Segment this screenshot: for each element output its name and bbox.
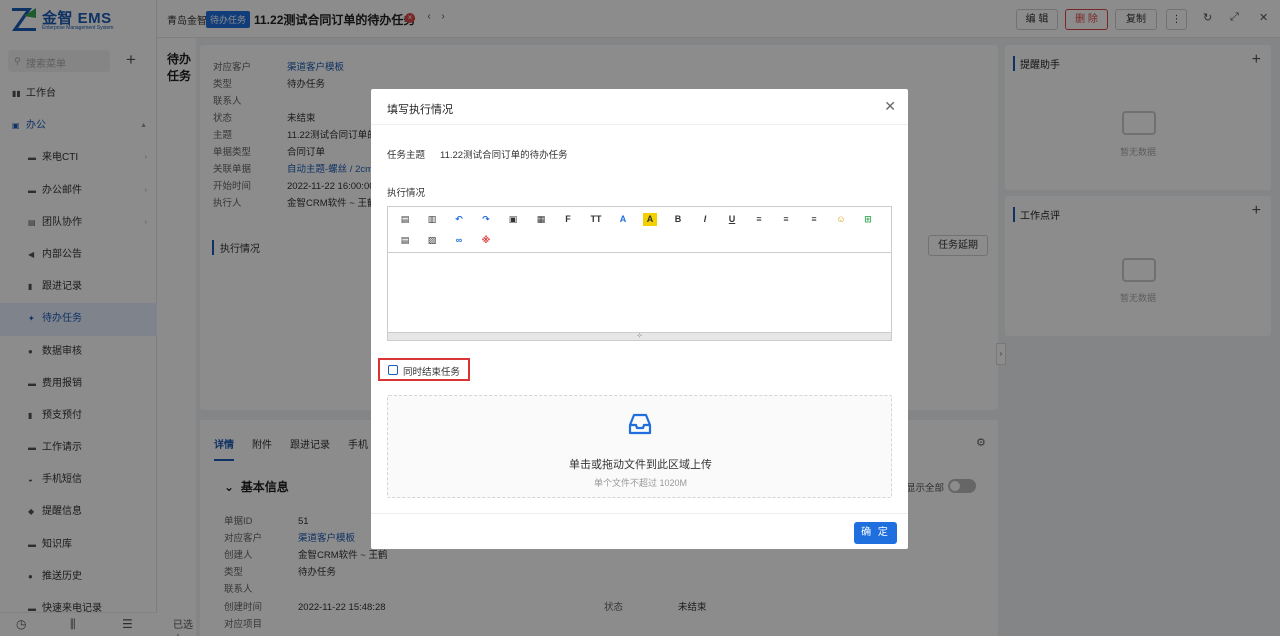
insert-row-icon[interactable]: ⊞ [861, 213, 875, 226]
font-color-icon[interactable]: A [616, 213, 630, 226]
italic-icon[interactable]: I [698, 213, 712, 226]
file-upload-dropzone[interactable]: 单击或拖动文件到此区域上传 单个文件不超过 1020M [387, 395, 892, 498]
end-task-checkbox[interactable] [388, 365, 398, 375]
source-icon[interactable]: ▤ [398, 213, 412, 226]
font-size-icon[interactable]: TT [589, 213, 603, 226]
end-task-checkbox-highlight: 同时结束任务 [378, 358, 470, 381]
table-icon[interactable]: ▤ [398, 234, 412, 247]
emoji-icon[interactable]: ☺ [834, 213, 848, 226]
modal-header: 填写执行情况 ✕ [371, 89, 908, 125]
undo-icon[interactable]: ↶ [452, 213, 466, 226]
modal-footer: 确 定 [371, 513, 908, 549]
editor-toolbar: ▤ ▥ ↶ ↷ ▣ ▦ F TT A A B I U ≡ ≡ ≡ ☺ ⊞ ▤ ▨ ∞ ※ [388, 207, 891, 253]
task-subject-value: 11.22测试合同订单的待办任务 [440, 150, 568, 161]
bold-icon[interactable]: B [671, 213, 685, 226]
upload-limit: 单个文件不超过 1020M [593, 478, 688, 488]
font-family-icon[interactable]: F [561, 213, 575, 226]
upload-hint: 单击或拖动文件到此区域上传 [569, 459, 712, 471]
special-char-icon[interactable]: ※ [479, 234, 493, 247]
paste-text-icon[interactable]: ▦ [534, 213, 548, 226]
link-icon[interactable]: ∞ [452, 234, 466, 247]
task-subject-row: 任务主题 11.22测试合同订单的待办任务 [387, 147, 568, 161]
modal-title: 填写执行情况 [387, 104, 453, 116]
template-icon[interactable]: ▥ [425, 213, 439, 226]
task-subject-label: 任务主题 [387, 150, 426, 161]
editor-resize-handle[interactable]: ⊹ [388, 332, 891, 340]
inbox-icon [628, 413, 652, 435]
confirm-button[interactable]: 确 定 [854, 522, 897, 544]
redo-icon[interactable]: ↷ [479, 213, 493, 226]
paste-icon[interactable]: ▣ [506, 213, 520, 226]
execution-modal: 填写执行情况 ✕ 任务主题 11.22测试合同订单的待办任务 执行情况 ▤ ▥ ↶ ↷ ▣… [371, 89, 908, 549]
image-icon[interactable]: ▨ [425, 234, 439, 247]
rich-text-editor: ▤ ▥ ↶ ↷ ▣ ▦ F TT A A B I U ≡ ≡ ≡ ☺ ⊞ ▤ ▨ ∞ ※ ⊹ [387, 206, 892, 341]
end-task-checkbox-label[interactable]: 同时结束任务 [403, 364, 460, 378]
underline-icon[interactable]: U [725, 213, 739, 226]
close-icon[interactable]: ✕ [884, 98, 896, 115]
editor-content[interactable] [388, 253, 891, 332]
exec-label: 执行情况 [387, 188, 426, 199]
align-right-icon[interactable]: ≡ [807, 213, 821, 226]
align-left-icon[interactable]: ≡ [752, 213, 766, 226]
align-center-icon[interactable]: ≡ [779, 213, 793, 226]
highlight-icon[interactable]: A [643, 213, 657, 226]
